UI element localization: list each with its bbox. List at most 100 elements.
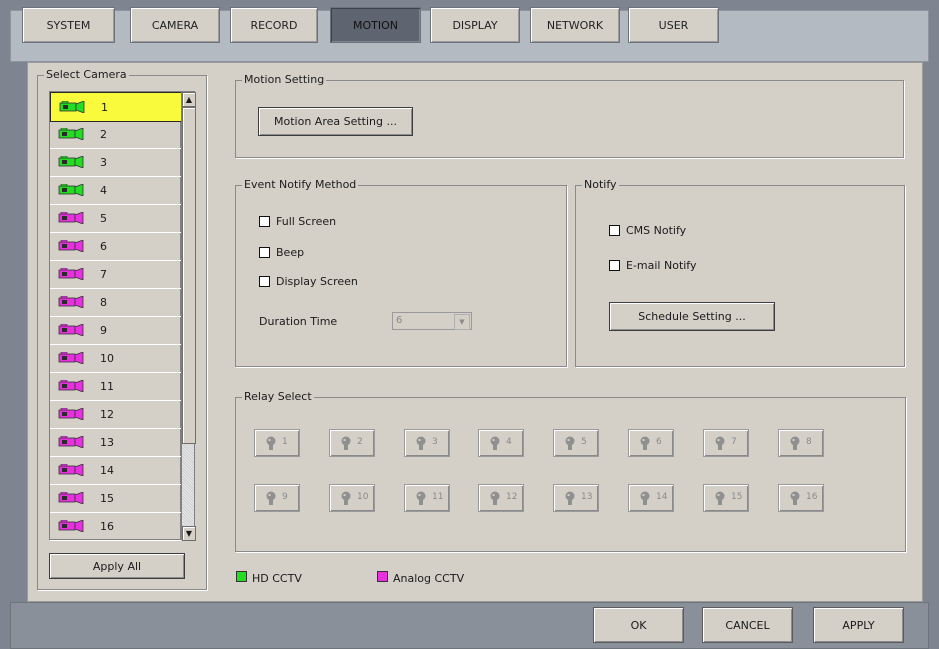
scroll-track[interactable] (182, 444, 194, 526)
motion-setting-title: Motion Setting (242, 73, 327, 87)
camera-icon (58, 464, 84, 476)
beep-option[interactable]: Beep (259, 246, 304, 259)
relay-number: 10 (357, 492, 369, 502)
camera-row[interactable]: 7 (50, 260, 181, 289)
scroll-down-icon[interactable]: ▼ (182, 526, 196, 541)
tab-motion[interactable]: MOTION (330, 7, 421, 43)
camera-number: 7 (100, 267, 107, 281)
relay-button[interactable]: 8 (778, 429, 824, 457)
scroll-thumb[interactable] (182, 107, 196, 444)
relay-button[interactable]: 12 (478, 484, 524, 512)
camera-number: 14 (100, 463, 114, 477)
camera-row[interactable]: 16 (50, 512, 181, 541)
relay-bulb-icon (565, 491, 575, 505)
tab-system[interactable]: SYSTEM (22, 7, 115, 43)
relay-button[interactable]: 4 (478, 429, 524, 457)
duration-time-label: Duration Time (259, 315, 338, 328)
camera-icon (58, 436, 84, 448)
camera-number: 15 (100, 491, 114, 505)
analog-cctv-swatch (377, 571, 388, 582)
full-screen-checkbox[interactable] (259, 216, 270, 227)
camera-icon (58, 380, 84, 392)
relay-button[interactable]: 1 (254, 429, 300, 457)
camera-row[interactable]: 10 (50, 344, 181, 373)
relay-bulb-icon (715, 436, 725, 450)
camera-row[interactable]: 12 (50, 400, 181, 429)
relay-number: 16 (806, 492, 818, 502)
relay-button[interactable]: 5 (553, 429, 599, 457)
relay-button[interactable]: 7 (703, 429, 749, 457)
camera-row[interactable]: 8 (50, 288, 181, 317)
cms-notify-checkbox[interactable] (609, 225, 620, 236)
schedule-setting-button[interactable]: Schedule Setting ... (609, 302, 775, 331)
apply-all-button[interactable]: Apply All (49, 553, 185, 579)
camera-icon (58, 240, 84, 252)
camera-row[interactable]: 3 (50, 148, 181, 177)
camera-icon (58, 128, 84, 140)
apply-button[interactable]: APPLY (813, 607, 904, 643)
display-screen-checkbox[interactable] (259, 276, 270, 287)
ok-button[interactable]: OK (593, 607, 684, 643)
camera-row[interactable]: 13 (50, 428, 181, 457)
camera-icon (58, 156, 84, 168)
relay-number: 13 (581, 492, 593, 502)
camera-icon (58, 212, 84, 224)
camera-row[interactable]: 15 (50, 484, 181, 513)
tab-user[interactable]: USER (628, 7, 719, 43)
email-notify-option[interactable]: E-mail Notify (609, 259, 697, 272)
tab-network[interactable]: NETWORK (530, 7, 620, 43)
relay-button[interactable]: 10 (329, 484, 375, 512)
relay-bulb-icon (790, 436, 800, 450)
camera-row[interactable]: 4 (50, 176, 181, 205)
relay-button[interactable]: 9 (254, 484, 300, 512)
relay-number: 7 (731, 437, 737, 447)
relay-button[interactable]: 6 (628, 429, 674, 457)
camera-icon (58, 352, 84, 364)
relay-button[interactable]: 2 (329, 429, 375, 457)
camera-icon (58, 520, 84, 532)
email-notify-label: E-mail Notify (626, 259, 697, 272)
tab-display[interactable]: DISPLAY (430, 7, 520, 43)
camera-list-scrollbar[interactable]: ▲ ▼ (181, 91, 196, 541)
relay-button[interactable]: 13 (553, 484, 599, 512)
camera-row[interactable]: 5 (50, 204, 181, 233)
relay-number: 5 (581, 437, 587, 447)
camera-list[interactable]: 1 2 3 4 5 6 7 8 9 10 11 12 13 14 15 16 (49, 91, 183, 541)
email-notify-checkbox[interactable] (609, 260, 620, 271)
camera-row[interactable]: 1 (50, 92, 183, 122)
relay-button[interactable]: 14 (628, 484, 674, 512)
chevron-down-icon[interactable]: ▼ (454, 314, 470, 330)
tab-record[interactable]: RECORD (230, 7, 318, 43)
select-camera-title: Select Camera (44, 68, 129, 82)
display-screen-option[interactable]: Display Screen (259, 275, 358, 288)
camera-row[interactable]: 9 (50, 316, 181, 345)
camera-icon (58, 408, 84, 420)
relay-number: 14 (656, 492, 668, 502)
camera-number: 10 (100, 351, 114, 365)
tab-camera[interactable]: CAMERA (130, 7, 220, 43)
relay-button[interactable]: 15 (703, 484, 749, 512)
camera-icon (58, 268, 84, 280)
camera-row[interactable]: 14 (50, 456, 181, 485)
motion-area-setting-button[interactable]: Motion Area Setting ... (258, 107, 413, 136)
relay-button[interactable]: 3 (404, 429, 450, 457)
camera-number: 13 (100, 435, 114, 449)
beep-checkbox[interactable] (259, 247, 270, 258)
camera-number: 4 (100, 183, 107, 197)
camera-number: 8 (100, 295, 107, 309)
relay-button[interactable]: 16 (778, 484, 824, 512)
scroll-up-icon[interactable]: ▲ (182, 92, 196, 107)
relay-bulb-icon (640, 491, 650, 505)
relay-button[interactable]: 11 (404, 484, 450, 512)
relay-number: 4 (506, 437, 512, 447)
relay-select-group: Relay Select (235, 390, 906, 552)
duration-time-select[interactable]: 6 ▼ (392, 312, 472, 330)
cancel-button[interactable]: CANCEL (702, 607, 793, 643)
relay-bulb-icon (790, 491, 800, 505)
cms-notify-option[interactable]: CMS Notify (609, 224, 686, 237)
camera-row[interactable]: 11 (50, 372, 181, 401)
camera-row[interactable]: 2 (50, 120, 181, 149)
relay-number: 15 (731, 492, 743, 502)
full-screen-option[interactable]: Full Screen (259, 215, 336, 228)
camera-row[interactable]: 6 (50, 232, 181, 261)
